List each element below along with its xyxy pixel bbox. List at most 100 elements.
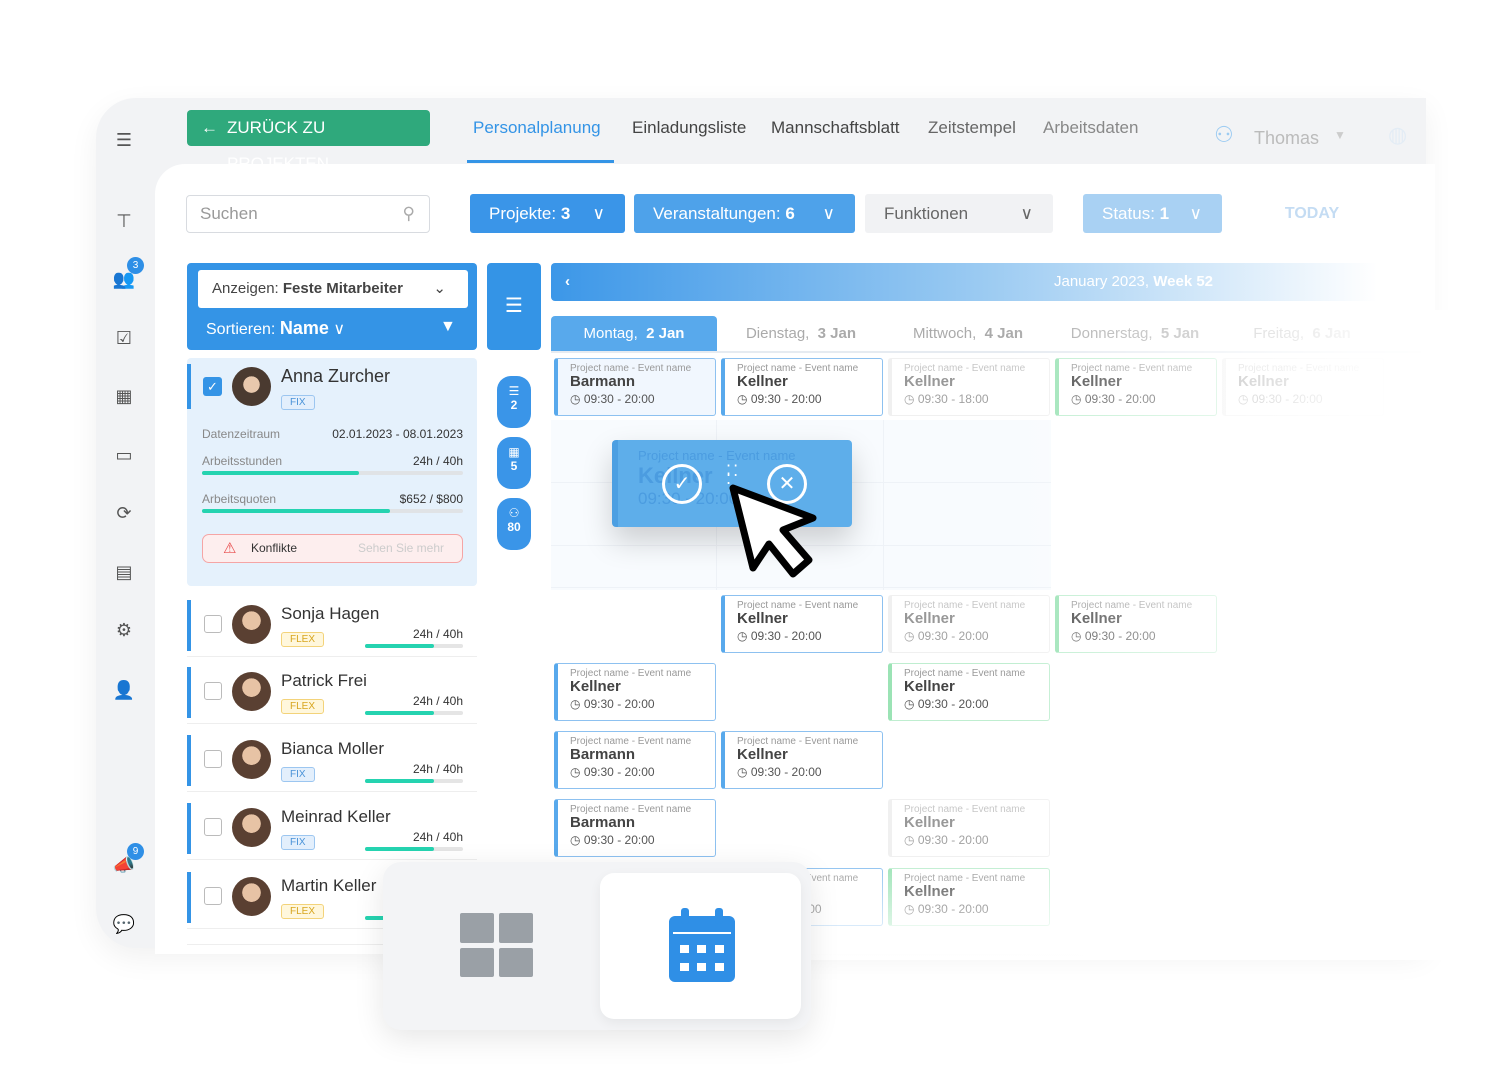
clock-icon: ◷ xyxy=(737,392,748,406)
list-icon: ☰ xyxy=(508,384,520,398)
shift-time: 09:30 - 20:00 xyxy=(583,392,655,406)
megaphone-icon[interactable]: 📣 9 xyxy=(112,843,144,877)
shift-card[interactable]: Project name - Event name Barmann ◷ 09:3… xyxy=(554,799,716,857)
shift-role: Barmann xyxy=(570,746,636,763)
employee-row[interactable]: Patrick Frei FLEX 24h / 40h xyxy=(187,662,477,724)
people-count-badge[interactable]: ⚇ 80 xyxy=(497,498,531,550)
employment-tag: FIX xyxy=(281,395,315,410)
filter-icon[interactable]: ▼ xyxy=(440,318,456,336)
shift-time: 09:30 - 20:00 xyxy=(583,833,655,847)
sort-dropdown[interactable]: Sortieren: Name ∨ xyxy=(206,318,345,339)
calendar-check-icon[interactable]: ☑ xyxy=(112,326,136,350)
month-label: January 2023, xyxy=(1054,273,1150,290)
grid-view-icon[interactable] xyxy=(460,913,533,977)
sync-icon[interactable]: ⟳ xyxy=(112,501,136,525)
clock-icon: ◷ xyxy=(570,392,581,406)
show-dropdown[interactable]: Anzeigen: Feste Mitarbeiter ⌄ xyxy=(198,270,468,308)
week-label: January 2023, Week 52 xyxy=(1054,263,1213,301)
employee-row[interactable]: Meinrad Keller FIX 24h / 40h xyxy=(187,798,477,860)
avatar xyxy=(232,367,271,406)
tab-mannschaftsblatt[interactable]: Mannschaftsblatt xyxy=(771,118,900,138)
hours-value: 24h / 40h xyxy=(412,830,463,844)
org-chart-icon[interactable]: ⊤ xyxy=(112,209,136,233)
today-button[interactable]: TODAY xyxy=(1262,194,1362,233)
chevron-down-icon: ∨ xyxy=(822,204,835,223)
conflicts-label: Konflikte xyxy=(251,541,298,555)
projects-filter[interactable]: Projekte: 3 ∨ xyxy=(470,194,625,233)
shift-card[interactable]: Project name - Event name Kellner ◷ 09:3… xyxy=(721,731,883,789)
shift-card[interactable]: Project name - Event name Barmann ◷ 09:3… xyxy=(554,358,716,416)
globe-icon[interactable]: ◍ xyxy=(1388,122,1407,148)
quota-label: Arbeitsquoten xyxy=(202,492,277,506)
employment-tag: FLEX xyxy=(281,699,325,714)
hours-value: 24h / 40h xyxy=(412,454,463,468)
employee-row[interactable]: Bianca Moller FIX 24h / 40h xyxy=(187,730,477,792)
week-navigation: ‹ January 2023, Week 52 xyxy=(551,263,1421,301)
confirm-icon[interactable]: ✓ xyxy=(662,464,702,504)
list-count: 2 xyxy=(510,398,518,412)
gear-icon[interactable]: ⚙ xyxy=(112,618,136,642)
search-input[interactable]: Suchen ⚲ xyxy=(186,195,430,233)
employee-row[interactable]: Sonja Hagen FLEX 24h / 40h xyxy=(187,595,477,657)
events-filter[interactable]: Veranstaltungen: 6 ∨ xyxy=(634,194,855,233)
shift-card[interactable]: Project name - Event name Kellner ◷ 09:3… xyxy=(721,358,883,416)
money-icon[interactable]: ▭ xyxy=(112,443,136,467)
period-value: 02.01.2023 - 08.01.2023 xyxy=(332,427,463,441)
team-icon[interactable]: 👥 3 xyxy=(112,257,144,291)
clock-icon: ◷ xyxy=(570,697,581,711)
shift-time: 09:30 - 20:00 xyxy=(583,697,655,711)
chat-icon[interactable]: 💬 xyxy=(112,912,136,936)
hours-progress xyxy=(365,711,463,715)
shift-card[interactable]: Project name - Event name Barmann ◷ 09:3… xyxy=(554,731,716,789)
employee-name: Sonja Hagen xyxy=(281,604,380,623)
selected-employee-card[interactable]: ✓ Anna Zurcher FIX Datenzeitraum 02.01.2… xyxy=(187,358,477,586)
menu-icon[interactable]: ☰ xyxy=(112,128,136,152)
status-count: 1 xyxy=(1159,204,1170,223)
day-header[interactable]: Dienstag, 3 Jan xyxy=(718,316,884,352)
day-header[interactable]: Montag, 2 Jan xyxy=(551,316,717,352)
tab-personalplanung[interactable]: Personalplanung xyxy=(473,118,601,138)
clock-icon: ◷ xyxy=(737,629,748,643)
caret-down-icon[interactable]: ▼ xyxy=(1334,128,1346,142)
employee-checkbox[interactable] xyxy=(204,615,222,633)
user-menu[interactable]: Thomas xyxy=(1254,128,1319,149)
document-icon[interactable]: ▤ xyxy=(112,560,136,584)
employee-checkbox[interactable] xyxy=(204,682,222,700)
search-placeholder: Suchen xyxy=(200,204,258,223)
shift-card[interactable]: Project name - Event name Kellner ◷ 09:3… xyxy=(554,663,716,721)
chevron-down-icon: ∨ xyxy=(1189,204,1202,223)
tab-arbeitsdaten[interactable]: Arbeitsdaten xyxy=(1043,118,1138,138)
employee-checkbox[interactable] xyxy=(204,818,222,836)
chevron-down-icon: ⌄ xyxy=(433,280,446,297)
see-more-link[interactable]: Sehen Sie mehr xyxy=(358,535,444,562)
avatar xyxy=(232,877,271,916)
status-filter[interactable]: Status: 1 ∨ xyxy=(1083,194,1222,233)
back-to-projects-button[interactable]: ← ZURÜCK ZU PROJEKTEN xyxy=(187,110,430,173)
tab-zeitstempel[interactable]: Zeitstempel xyxy=(928,118,1016,138)
hours-progress xyxy=(365,779,463,783)
employee-checkbox[interactable]: ✓ xyxy=(203,377,222,396)
conflicts-button[interactable]: ⚠ Konflikte Sehen Sie mehr xyxy=(202,534,463,563)
show-label: Anzeigen: xyxy=(212,280,279,297)
previous-week-button[interactable]: ‹ xyxy=(565,263,570,301)
employee-name: Bianca Moller xyxy=(281,739,384,758)
building-icon[interactable]: ▦ xyxy=(112,384,136,408)
functions-filter[interactable]: Funktionen ∨ xyxy=(865,194,1053,233)
shift-role: Kellner xyxy=(737,746,788,763)
team-badge: 3 xyxy=(127,257,144,274)
list-count-badge[interactable]: ☰ 2 xyxy=(497,376,531,428)
user-settings-icon[interactable]: 👤 xyxy=(112,678,136,702)
clock-icon: ◷ xyxy=(904,392,915,406)
events-count-badge[interactable]: ▦ 5 xyxy=(497,437,531,489)
events-count: 6 xyxy=(785,204,795,223)
chevron-down-icon: ∨ xyxy=(1020,204,1033,223)
tab-einladungsliste[interactable]: Einladungsliste xyxy=(632,118,746,138)
arrow-left-icon: ← xyxy=(201,118,218,137)
shift-time: 09:30 - 20:00 xyxy=(917,697,989,711)
employee-checkbox[interactable] xyxy=(204,750,222,768)
hours-value: 24h / 40h xyxy=(412,627,463,641)
indent-toggle-button[interactable]: ☰ xyxy=(487,263,541,350)
employee-checkbox[interactable] xyxy=(204,887,222,905)
shift-card[interactable]: Project name - Event name Kellner ◷ 09:3… xyxy=(721,595,883,653)
day-name: Mittwoch, xyxy=(912,325,977,342)
